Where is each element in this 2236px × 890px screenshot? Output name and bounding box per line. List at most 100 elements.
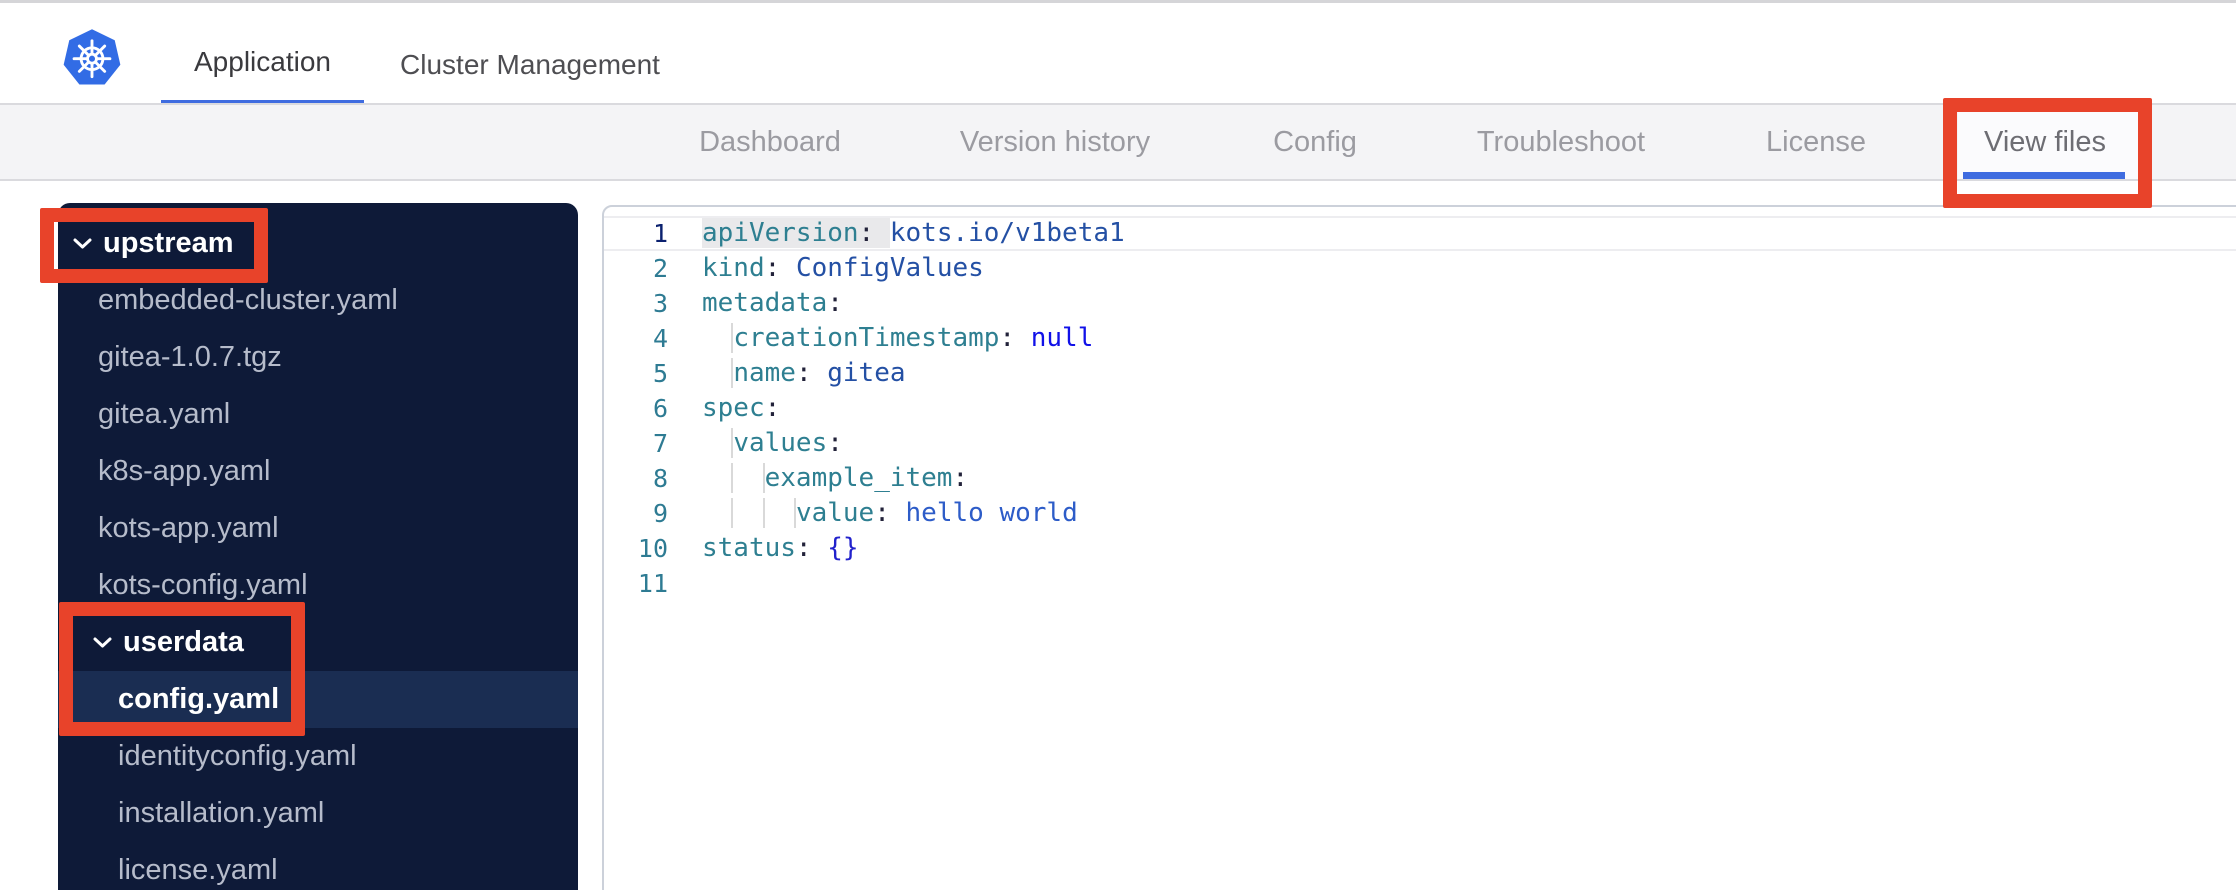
tree-file-label: kots-config.yaml	[98, 569, 308, 601]
indent-guide	[702, 498, 733, 528]
token-brace: {}	[827, 533, 859, 563]
line-number: 1	[652, 219, 668, 248]
tree-file-label: gitea-1.0.7.tgz	[98, 341, 282, 373]
line-number: 5	[652, 359, 668, 388]
tree-file-label: kots-app.yaml	[98, 512, 279, 544]
code-line-text: apiVersion: kots.io/v1beta1	[702, 216, 1125, 251]
token-key: apiVersion	[702, 218, 859, 248]
token-punct: :	[795, 533, 828, 563]
token-kw: null	[1030, 323, 1094, 353]
token-punct: :	[764, 253, 796, 283]
token-punct: :	[827, 428, 843, 458]
yaml-file-editor[interactable]: 1 apiVersion: kots.io/v1beta1 2 kind: Confi…	[602, 205, 2236, 890]
token-key: status	[702, 533, 796, 563]
token-str: hello world	[905, 498, 1078, 528]
tree-file-label: identityconfig.yaml	[118, 740, 357, 772]
line-number: 11	[637, 569, 668, 598]
token-key: values	[733, 428, 828, 458]
indent-guide	[702, 428, 733, 458]
code-line-text: values:	[702, 426, 843, 461]
token-punct: :	[795, 358, 828, 388]
tree-file-k8s-app-yaml[interactable]: k8s-app.yaml	[58, 443, 578, 500]
line-number: 3	[652, 289, 668, 318]
line-number: 9	[652, 499, 668, 528]
code-line-2: 2 kind: ConfigValues	[604, 251, 2236, 286]
tree-file-identityconfig-yaml[interactable]: identityconfig.yaml	[58, 728, 578, 785]
annotation-box-view-files-tab	[1943, 98, 2152, 208]
code-line-text: name: gitea	[702, 356, 906, 391]
code-line-7: 7 values:	[604, 426, 2236, 461]
nav-item-label: License	[1766, 125, 1866, 158]
line-number: 8	[652, 464, 668, 493]
code-line-text: status: {}	[702, 531, 859, 566]
code-line-4: 4 creationTimestamp: null	[604, 321, 2236, 356]
nav-item-dashboard[interactable]: Dashboard	[699, 105, 841, 179]
nav-item-version-history[interactable]: Version history	[960, 105, 1150, 179]
token-key: kind	[702, 253, 765, 283]
token-key: spec	[702, 393, 765, 423]
nav-item-troubleshoot[interactable]: Troubleshoot	[1477, 105, 1645, 179]
token-punct: :	[874, 498, 906, 528]
kubernetes-logo[interactable]	[60, 28, 124, 92]
tree-file-label: installation.yaml	[118, 797, 325, 829]
code-line-text: value: hello world	[702, 496, 1078, 531]
code-line-5: 5 name: gitea	[604, 356, 2236, 391]
app-header: Application Cluster Management	[0, 3, 2236, 107]
code-line-text: creationTimestamp: null	[702, 321, 1093, 356]
code-line-text: example_item:	[702, 461, 969, 496]
tree-file-installation-yaml[interactable]: installation.yaml	[58, 785, 578, 842]
code-line-text: metadata:	[702, 286, 843, 321]
annotation-box-userdata-config	[59, 602, 305, 736]
nav-item-label: Version history	[959, 125, 1151, 158]
nav-item-label: Config	[1273, 125, 1357, 158]
code-line-1: 1 apiVersion: kots.io/v1beta1	[604, 216, 2236, 251]
tree-file-label: embedded-cluster.yaml	[98, 284, 398, 316]
token-punct: :	[764, 393, 781, 423]
nav-item-config[interactable]: Config	[1273, 105, 1357, 179]
token-key: creationTimestamp	[733, 323, 1000, 353]
tree-file-label: k8s-app.yaml	[98, 455, 271, 487]
token-punct: :	[999, 323, 1031, 353]
line-number: 4	[652, 324, 668, 353]
tree-file-gitea-1-0-7-tgz[interactable]: gitea-1.0.7.tgz	[58, 329, 578, 386]
code-line-6: 6 spec:	[604, 391, 2236, 426]
nav-item-label: Dashboard	[699, 125, 841, 158]
tree-file-gitea-yaml[interactable]: gitea.yaml	[58, 386, 578, 443]
line-number: 6	[652, 394, 668, 423]
token-punct: :	[827, 288, 843, 318]
tree-file-label: gitea.yaml	[98, 398, 231, 430]
tree-file-kots-app-yaml[interactable]: kots-app.yaml	[58, 500, 578, 557]
header-tab-label: Application	[194, 45, 331, 77]
token-key: metadata	[702, 288, 828, 318]
header-tab-cluster-management[interactable]: Cluster Management	[395, 23, 665, 107]
indent-guide	[702, 358, 733, 388]
code-line-3: 3 metadata:	[604, 286, 2236, 321]
token-val: kots.io/v1beta1	[889, 218, 1125, 248]
code-line-10: 10 status: {}	[604, 531, 2236, 566]
token-key: name	[733, 358, 796, 388]
indent-guide	[702, 463, 733, 493]
line-number: 10	[637, 534, 668, 563]
code-line-11: 11	[604, 566, 2236, 601]
nav-item-license[interactable]: License	[1766, 105, 1866, 179]
token-val: gitea	[827, 358, 906, 388]
file-tree-sidebar: upstream embedded-cluster.yaml gitea-1.0.7…	[58, 203, 578, 890]
token-punct: :	[858, 218, 890, 248]
indent-guide	[765, 498, 796, 528]
secondary-nav: Dashboard Version history Config Troublesho…	[0, 103, 2236, 181]
indent-guide	[733, 498, 764, 528]
header-tab-application[interactable]: Application	[161, 23, 364, 107]
line-number: 2	[652, 254, 668, 283]
header-tab-label: Cluster Management	[400, 49, 660, 80]
code-line-text: kind: ConfigValues	[702, 251, 984, 286]
token-punct: :	[952, 463, 969, 493]
code-line-9: 9 value: hello world	[604, 496, 2236, 531]
line-number: 7	[652, 429, 668, 458]
token-key: example_item	[764, 463, 953, 493]
nav-item-label: Troubleshoot	[1476, 125, 1646, 158]
token-val: ConfigValues	[795, 253, 984, 283]
indent-guide	[702, 323, 733, 353]
tree-file-license-yaml[interactable]: license.yaml	[58, 842, 578, 890]
code-line-8: 8 example_item:	[604, 461, 2236, 496]
annotation-box-upstream-folder	[40, 208, 268, 283]
